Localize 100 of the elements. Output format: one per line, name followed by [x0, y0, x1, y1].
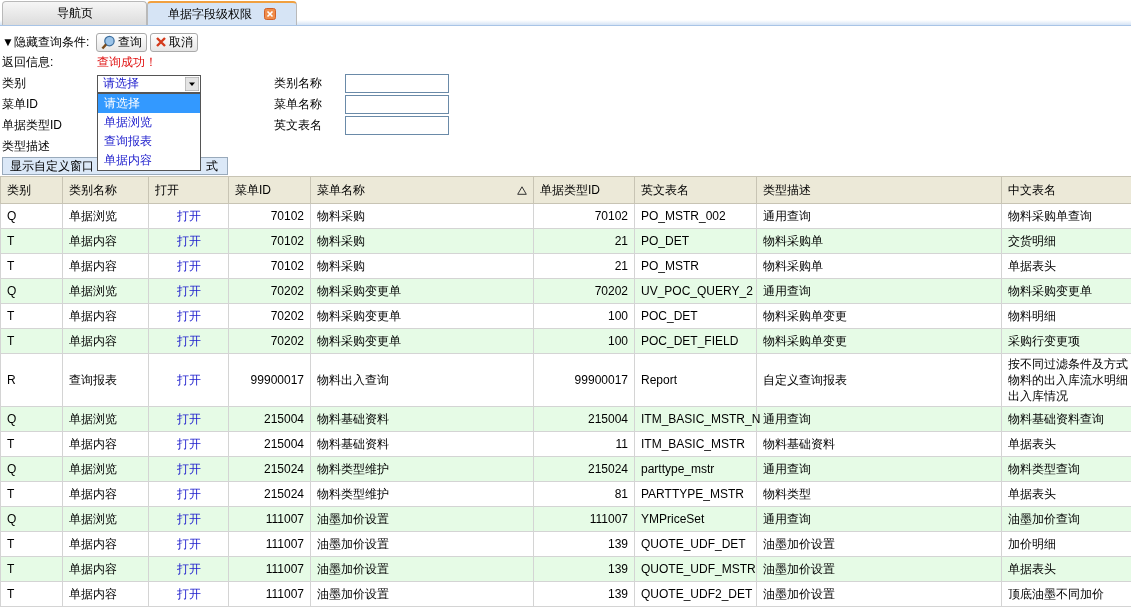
table-cell-text: 采购行变更项: [1008, 333, 1081, 350]
table-cell: 通用查询: [756, 278, 1002, 304]
table-cell: 70102: [533, 203, 635, 229]
table-cell: PO_MSTR: [634, 253, 757, 279]
table-cell: 单据内容: [62, 431, 149, 457]
table-cell: 21: [533, 253, 635, 279]
field-label: 类别: [2, 75, 27, 92]
table-cell: 215004: [228, 406, 311, 432]
table-cell: 物料采购: [310, 253, 534, 279]
table-cell: 油墨加价设置: [756, 531, 1002, 557]
table-cell: 111007: [228, 581, 311, 607]
table-cell-text: 物料基础资料查询: [1008, 411, 1105, 428]
table-cell: 81: [533, 481, 635, 507]
table-cell: 物料基础资料: [310, 431, 534, 457]
table-cell: T: [0, 556, 63, 582]
table-cell: 物料类型维护: [310, 481, 534, 507]
table-cell: Q: [0, 456, 63, 482]
field-label: 菜单名称: [274, 96, 323, 113]
table-cell: Report: [634, 353, 757, 407]
table-cell: PARTTYPE_MSTR: [634, 481, 757, 507]
field-label: 类型描述: [2, 138, 51, 155]
table-cell: 139: [533, 556, 635, 582]
table-cell: 70102: [228, 253, 311, 279]
table-cell: 物料采购: [310, 228, 534, 254]
table-cell: T: [0, 481, 63, 507]
table-cell: 215024: [228, 456, 311, 482]
table-cell: 21: [533, 228, 635, 254]
table-cell: 物料基础资料: [756, 431, 1002, 457]
table-cell: 111007: [228, 506, 311, 532]
table-cell: 物料采购单变更: [756, 328, 1002, 354]
table-cell: 99900017: [533, 353, 635, 407]
table-cell: 111007: [228, 531, 311, 557]
table-cell: 单据浏览: [62, 506, 149, 532]
table-cell: 单据内容: [62, 253, 149, 279]
table-cell: 物料采购单: [756, 228, 1002, 254]
table-cell: 物料类型维护: [310, 456, 534, 482]
table-cell-text: 物料明细: [1008, 308, 1057, 325]
table-cell: UV_POC_QUERY_2: [634, 278, 757, 304]
table-cell: Q: [0, 278, 63, 304]
table-cell: Q: [0, 506, 63, 532]
table-cell: Q: [0, 203, 63, 229]
table-cell-text: 物料采购变更单: [1008, 283, 1093, 300]
table-cell: 自定义查询报表: [756, 353, 1002, 407]
table-cell-text: 顶底油墨不同加价: [1008, 586, 1105, 603]
table-cell: 油墨加价设置: [310, 531, 534, 557]
table-cell: 139: [533, 581, 635, 607]
table-cell: T: [0, 328, 63, 354]
table-cell: 单据内容: [62, 556, 149, 582]
table-cell: 139: [533, 531, 635, 557]
table-cell: 70202: [228, 303, 311, 329]
field-label: 类别名称: [274, 75, 323, 92]
table-cell: 215004: [228, 431, 311, 457]
table-cell: 油墨加价设置: [310, 506, 534, 532]
table-cell: 单据浏览: [62, 456, 149, 482]
table-cell: 油墨加价设置: [756, 581, 1002, 607]
table-cell: Q: [0, 406, 63, 432]
table-cell: 111007: [533, 506, 635, 532]
table-cell: 物料基础资料: [310, 406, 534, 432]
table-cell: T: [0, 228, 63, 254]
field-label: 菜单ID: [2, 96, 39, 113]
table-cell: parttype_mstr: [634, 456, 757, 482]
table-cell: 单据内容: [62, 531, 149, 557]
table-cell: 单据浏览: [62, 203, 149, 229]
table-cell: 物料采购变更单: [310, 303, 534, 329]
table-cell: R: [0, 353, 63, 407]
table-cell: 油墨加价设置: [310, 556, 534, 582]
table-cell: 单据内容: [62, 328, 149, 354]
table-cell: T: [0, 303, 63, 329]
table-cell: YMPriceSet: [634, 506, 757, 532]
table-cell: 70202: [228, 328, 311, 354]
table-cell: 油墨加价设置: [756, 556, 1002, 582]
table-cell: 通用查询: [756, 203, 1002, 229]
table-cell: 11: [533, 431, 635, 457]
table-cell: T: [0, 581, 63, 607]
table-cell: PO_DET: [634, 228, 757, 254]
table-cell: 单据内容: [62, 228, 149, 254]
table-cell: QUOTE_UDF_DET: [634, 531, 757, 557]
table-cell: 物料采购变更单: [310, 278, 534, 304]
table-cell-text: 交货明细: [1008, 233, 1057, 250]
table-cell: POC_DET: [634, 303, 757, 329]
table-cell: 查询报表: [62, 353, 149, 407]
table-cell: 油墨加价设置: [310, 581, 534, 607]
table-cell: 70202: [228, 278, 311, 304]
table-cell: 215024: [228, 481, 311, 507]
field-label: 返回信息:: [2, 54, 55, 71]
table-cell-text: 单据表头: [1008, 561, 1057, 578]
table-cell: 物料采购单: [756, 253, 1002, 279]
table-cell-text: 单据表头: [1008, 486, 1057, 503]
table-cell: ITM_BASIC_MSTR: [634, 431, 757, 457]
field-label: 英文表名: [274, 117, 323, 134]
table-cell: 单据内容: [62, 581, 149, 607]
table-cell-text: 物料采购单查询: [1008, 208, 1093, 225]
table-cell-text: 物料类型查询: [1008, 461, 1081, 478]
table-cell: 70102: [228, 228, 311, 254]
table-cell-text: 单据表头: [1008, 258, 1057, 275]
table-cell: 单据内容: [62, 481, 149, 507]
table-cell: T: [0, 431, 63, 457]
table-cell-text: 加价明细: [1008, 536, 1057, 553]
table-cell: 通用查询: [756, 506, 1002, 532]
table-cell: 70202: [533, 278, 635, 304]
